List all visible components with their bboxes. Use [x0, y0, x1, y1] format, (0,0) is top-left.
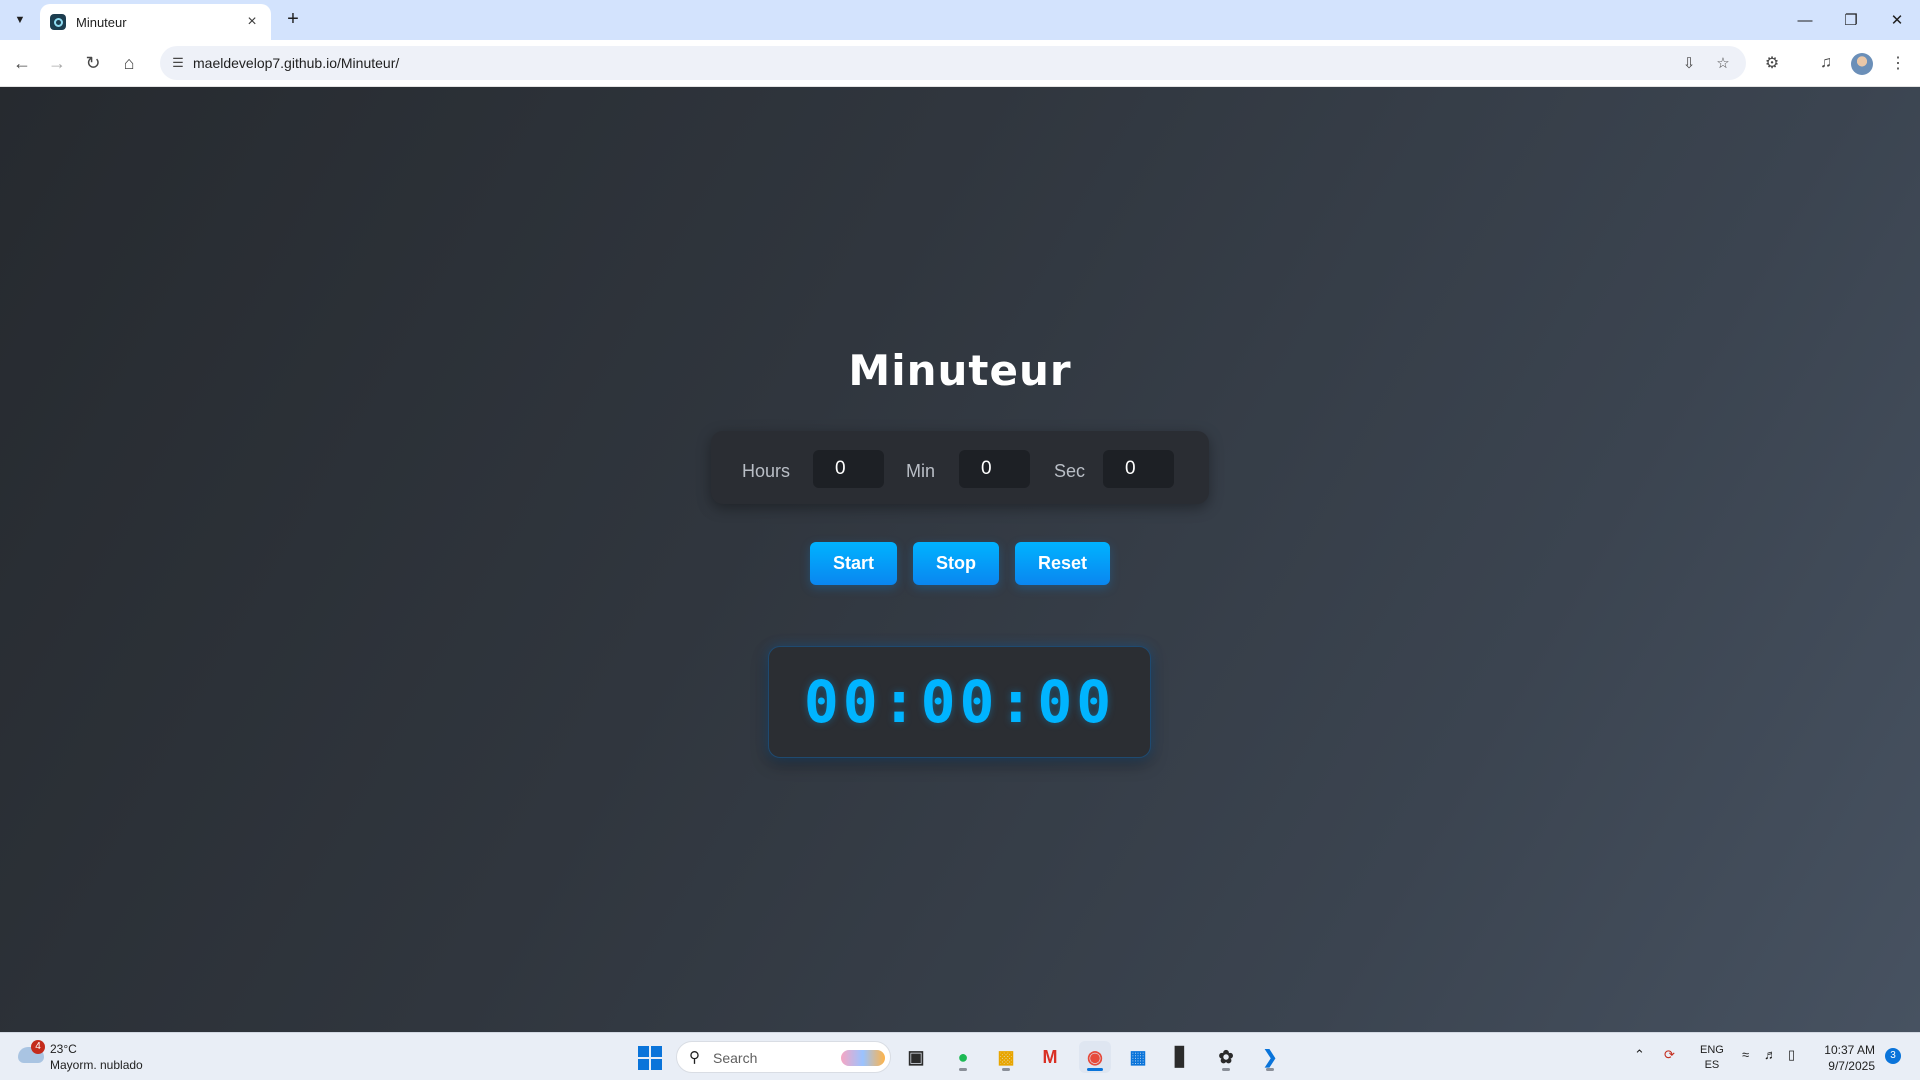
page-title: Minuteur	[848, 346, 1072, 395]
seconds-input[interactable]	[1103, 450, 1174, 488]
chrome-icon[interactable]: ◉	[1079, 1041, 1111, 1073]
hours-input[interactable]	[813, 450, 884, 488]
tab-title: Minuteur	[76, 14, 127, 30]
chatgpt-icon[interactable]: ✿	[1210, 1041, 1242, 1073]
running-indicator	[959, 1068, 967, 1071]
window-close-icon[interactable]: ✕	[1874, 0, 1920, 40]
notification-badge[interactable]: 3	[1885, 1048, 1901, 1064]
folder-icon[interactable]: ▩	[990, 1041, 1022, 1073]
running-indicator	[1266, 1068, 1274, 1071]
gmail-icon[interactable]: M	[1034, 1041, 1066, 1073]
weather-desc[interactable]: Mayorm. nublado	[50, 1058, 143, 1072]
sec-label: Sec	[1054, 461, 1086, 481]
spotify-icon[interactable]: ●	[947, 1041, 979, 1073]
extensions-icon[interactable]: ⚙	[1758, 49, 1786, 77]
back-icon[interactable]: ←	[8, 49, 36, 77]
running-indicator	[1222, 1068, 1230, 1071]
store-icon[interactable]: ▦	[1122, 1041, 1154, 1073]
taskbar-search[interactable]: ⚲ Search	[676, 1041, 891, 1073]
browser-toolbar: ← → ↻ ⌂ ☰ maeldevelop7.github.io/Minuteu…	[0, 40, 1920, 87]
url-text[interactable]: maeldevelop7.github.io/Minuteur/	[193, 55, 399, 71]
address-bar[interactable]: ☰ maeldevelop7.github.io/Minuteur/ ⇩ ☆	[160, 46, 1746, 80]
search-icon: ⚲	[689, 1049, 700, 1066]
reload-icon[interactable]: ↻	[79, 49, 107, 77]
tab-strip: ▼ Minuteur × + — ❐ ✕	[0, 0, 1920, 40]
battery-icon[interactable]: ▯	[1788, 1047, 1795, 1063]
browser-tab[interactable]: Minuteur ×	[40, 4, 271, 40]
time-inputs-panel: Hours Min Sec	[711, 431, 1209, 504]
lang-line1: ENG	[1700, 1044, 1724, 1056]
start-button[interactable]: Start	[810, 542, 897, 585]
terminal-icon[interactable]: ▋	[1166, 1041, 1198, 1073]
chevron-up-icon[interactable]: ⌃	[1634, 1047, 1645, 1063]
minutes-input[interactable]	[959, 450, 1030, 488]
page-content: Minuteur Hours Min Sec Start Stop Reset …	[0, 87, 1920, 1032]
countdown-display: 00:00:00	[768, 646, 1151, 758]
vscode-icon[interactable]: ❯	[1254, 1041, 1286, 1073]
language-indicator[interactable]: ENG ES	[1700, 1043, 1724, 1073]
profile-avatar[interactable]	[1851, 53, 1873, 75]
countdown-digits: 00:00:00	[803, 668, 1116, 736]
active-indicator	[1087, 1068, 1103, 1071]
new-tab-button[interactable]: +	[281, 8, 305, 32]
forward-icon[interactable]: →	[43, 49, 71, 77]
stop-button[interactable]: Stop	[913, 542, 999, 585]
reset-button[interactable]: Reset	[1015, 542, 1110, 585]
search-highlight-icon	[841, 1050, 885, 1066]
site-info-icon[interactable]: ☰	[168, 53, 188, 73]
close-icon[interactable]: ×	[243, 13, 261, 31]
hours-label: Hours	[742, 461, 791, 481]
lang-line2: ES	[1704, 1059, 1720, 1071]
home-icon[interactable]: ⌂	[115, 49, 143, 77]
media-control-icon[interactable]: ♫	[1812, 49, 1840, 77]
maximize-icon[interactable]: ❐	[1828, 0, 1874, 40]
start-windows-icon[interactable]	[638, 1046, 662, 1070]
weather-badge: 4	[31, 1040, 45, 1054]
search-placeholder: Search	[713, 1050, 758, 1066]
clock-date: 9/7/2025	[1828, 1059, 1875, 1073]
install-icon[interactable]: ⇩	[1678, 52, 1700, 74]
clock-time: 10:37 AM	[1824, 1043, 1875, 1057]
running-indicator	[1002, 1068, 1010, 1071]
windows-taskbar: 4 23°C Mayorm. nublado ⚲ Search ▣ ● ▩ M …	[0, 1032, 1920, 1080]
minimize-icon[interactable]: —	[1782, 0, 1828, 40]
wifi-icon[interactable]: ≈	[1742, 1047, 1749, 1062]
more-menu-icon[interactable]: ⋮	[1884, 49, 1912, 77]
bookmark-star-icon[interactable]: ☆	[1712, 52, 1734, 74]
volume-icon[interactable]: ♬	[1764, 1047, 1777, 1062]
file-explorer-icon[interactable]: ▣	[900, 1041, 932, 1073]
min-label: Min	[906, 461, 936, 481]
sync-icon[interactable]: ⟳	[1664, 1047, 1675, 1063]
weather-temp[interactable]: 23°C	[50, 1042, 77, 1056]
tab-search-icon[interactable]: ▼	[6, 8, 34, 32]
clock[interactable]: 10:37 AM 9/7/2025	[1815, 1042, 1875, 1074]
tab-favicon-icon	[50, 14, 66, 30]
